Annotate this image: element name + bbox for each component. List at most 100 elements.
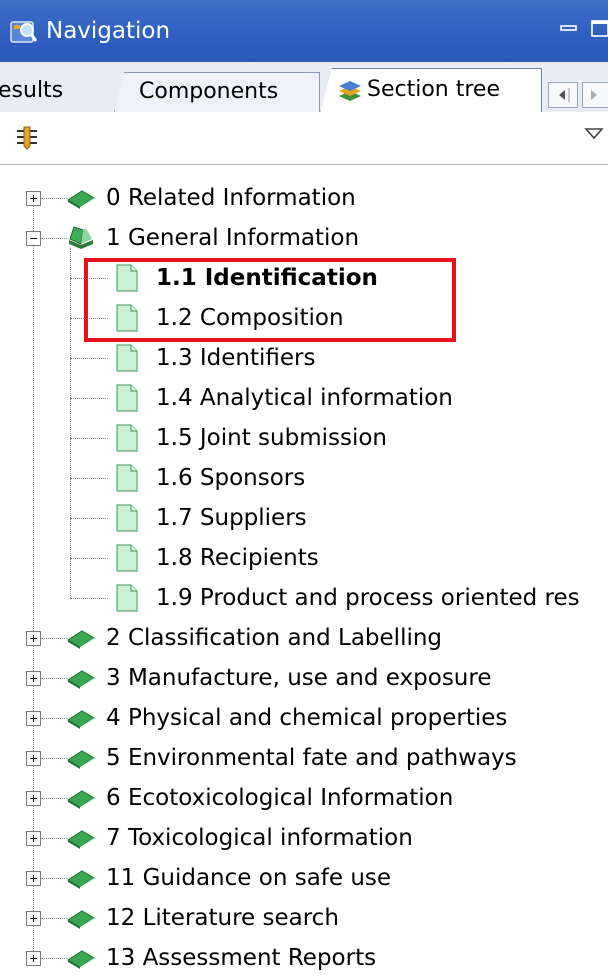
tree-connector	[70, 398, 108, 399]
tree-node-label: 2 Classification and Labelling	[106, 625, 443, 651]
book-icon	[67, 790, 95, 809]
tree-node-label: 1.4 Analytical information	[156, 385, 453, 411]
tree-section-node[interactable]: 7 Toxicological information	[0, 818, 608, 858]
book-icon	[67, 670, 95, 689]
tree-node-label: 0 Related Information	[106, 185, 356, 211]
expand-icon[interactable]	[26, 831, 41, 846]
book-open-icon	[69, 226, 93, 249]
tree-node-label: 3 Manufacture, use and exposure	[106, 665, 492, 691]
tree-subsection-node[interactable]: 1.9 Product and process oriented res	[0, 578, 608, 618]
tree-node-label: 12 Literature search	[106, 905, 339, 931]
document-icon	[116, 584, 138, 612]
view-toolbar	[0, 112, 608, 165]
tree-section-node[interactable]: 4 Physical and chemical properties	[0, 698, 608, 738]
tree-node-label: 4 Physical and chemical properties	[106, 705, 508, 731]
scroll-right-icon	[591, 90, 597, 100]
tree-section-node[interactable]: 6 Ecotoxicological Information	[0, 778, 608, 818]
tab-components-label: Components	[139, 79, 279, 104]
document-icon	[116, 424, 138, 452]
tree-node-label: 1.3 Identifiers	[156, 345, 316, 371]
tree-node-label: 1.9 Product and process oriented res	[156, 585, 580, 611]
tree-node-label: 5 Environmental fate and pathways	[106, 745, 517, 771]
tree-node-label: 6 Ecotoxicological Information	[106, 785, 454, 811]
tree-connector	[41, 918, 67, 919]
tree-connector	[41, 238, 67, 239]
scroll-left-icon	[559, 88, 570, 102]
tree-connector	[41, 758, 67, 759]
minimize-icon[interactable]	[558, 18, 580, 40]
tab-scroll-left-button[interactable]	[548, 82, 578, 108]
tree-node-label: 13 Assessment Reports	[106, 945, 377, 971]
tree-connector	[70, 598, 108, 599]
document-icon	[116, 504, 138, 532]
tree-connector	[70, 438, 108, 439]
tree-section-node[interactable]: 0 Related Information	[0, 178, 608, 218]
expand-icon[interactable]	[26, 951, 41, 966]
book-icon	[67, 750, 95, 769]
tree-connector	[70, 358, 108, 359]
tree-node-label: 1.5 Joint submission	[156, 425, 387, 451]
tab-section-tree[interactable]: Section tree	[320, 68, 542, 114]
tree-node-label: 1.7 Suppliers	[156, 505, 307, 531]
expand-icon[interactable]	[26, 751, 41, 766]
tree-subsection-node[interactable]: 1.5 Joint submission	[0, 418, 608, 458]
expand-icon[interactable]	[26, 711, 41, 726]
tree-connector	[70, 518, 108, 519]
tree-connector	[70, 478, 108, 479]
tree-node-label: 1 General Information	[106, 225, 360, 251]
document-icon	[116, 464, 138, 492]
tree-node-label: 7 Toxicological information	[106, 825, 413, 851]
expand-icon[interactable]	[26, 671, 41, 686]
book-icon	[67, 830, 95, 849]
book-icon	[67, 910, 95, 929]
highlight-box	[84, 258, 456, 342]
tree-connector	[41, 958, 67, 959]
tree-section-node[interactable]: 5 Environmental fate and pathways	[0, 738, 608, 778]
tree-subsection-node[interactable]: 1.3 Identifiers	[0, 338, 608, 378]
expand-icon[interactable]	[26, 911, 41, 926]
book-icon	[67, 710, 95, 729]
view-tab-strip: esults Components Section tree	[0, 62, 608, 114]
tree-section-node[interactable]: 1 General Information	[0, 218, 608, 258]
tree-connector	[41, 638, 67, 639]
view-title: Navigation	[46, 18, 171, 44]
book-icon	[67, 190, 95, 209]
tree-node-label: 1.8 Recipients	[156, 545, 319, 571]
tree-subsection-node[interactable]: 1.6 Sponsors	[0, 458, 608, 498]
expand-icon[interactable]	[26, 871, 41, 886]
expand-icon[interactable]	[26, 631, 41, 646]
tree-connector	[70, 558, 108, 559]
books-icon	[339, 81, 361, 101]
tree-subsection-node[interactable]: 1.4 Analytical information	[0, 378, 608, 418]
tree-connector	[41, 838, 67, 839]
book-icon	[67, 630, 95, 649]
tree-node-label: 11 Guidance on safe use	[106, 865, 392, 891]
document-icon	[116, 384, 138, 412]
document-icon	[116, 344, 138, 372]
tree-subsection-node[interactable]: 1.7 Suppliers	[0, 498, 608, 538]
view-menu-icon[interactable]	[584, 126, 604, 140]
document-icon	[116, 544, 138, 572]
tree-section-node[interactable]: 13 Assessment Reports	[0, 938, 608, 978]
tab-results-label: esults	[0, 78, 64, 103]
expand-icon[interactable]	[26, 791, 41, 806]
tree-connector	[41, 718, 67, 719]
book-icon	[67, 950, 95, 969]
filter-icon[interactable]	[14, 124, 40, 150]
navigation-view-icon	[10, 21, 38, 43]
tree-subsection-node[interactable]: 1.8 Recipients	[0, 538, 608, 578]
collapse-icon[interactable]	[26, 231, 41, 246]
tab-results[interactable]: esults	[0, 72, 116, 112]
maximize-icon[interactable]	[590, 18, 608, 40]
tab-section-tree-label: Section tree	[367, 77, 500, 102]
tree-node-label: 1.6 Sponsors	[156, 465, 306, 491]
expand-icon[interactable]	[26, 191, 41, 206]
tab-components[interactable]: Components	[114, 72, 320, 112]
tree-section-node[interactable]: 3 Manufacture, use and exposure	[0, 658, 608, 698]
tree-connector	[41, 878, 67, 879]
tree-section-node[interactable]: 2 Classification and Labelling	[0, 618, 608, 658]
tab-scroll-right-button[interactable]	[582, 82, 608, 108]
tree-section-node[interactable]: 12 Literature search	[0, 898, 608, 938]
tree-section-node[interactable]: 11 Guidance on safe use	[0, 858, 608, 898]
tree-connector	[41, 798, 67, 799]
